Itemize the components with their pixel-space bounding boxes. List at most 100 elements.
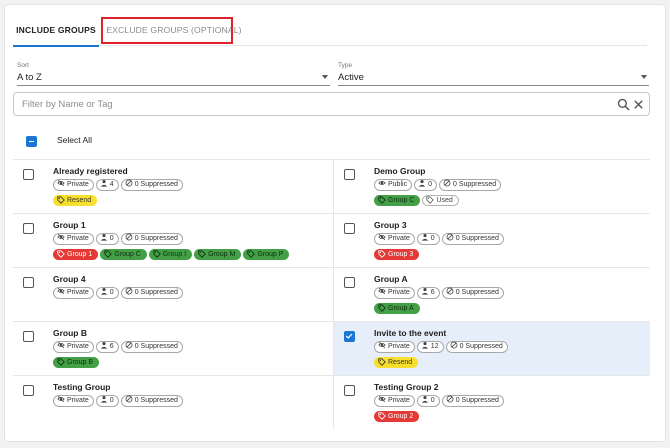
table-row: Testing Group Private 0 0 Suppressed Testing… xyxy=(13,375,650,429)
group-item[interactable]: Group 3 Private 0 0 Suppressed Group 3 xyxy=(333,214,650,267)
select-all-checkbox[interactable] xyxy=(26,136,37,147)
eye-off-icon xyxy=(378,287,386,299)
block-icon xyxy=(125,179,133,191)
group-stats: Public 0 0 Suppressed xyxy=(374,179,502,191)
block-icon xyxy=(443,179,451,191)
chevron-down-icon xyxy=(641,75,647,79)
sort-select[interactable]: Sort A to Z xyxy=(17,62,330,86)
tag-icon xyxy=(378,195,386,206)
group-name: Group 4 xyxy=(53,274,86,284)
group-tags: Group 2 xyxy=(374,411,420,422)
type-select[interactable]: Type Active xyxy=(338,62,649,86)
person-icon xyxy=(421,233,429,245)
tag-chip: Group A xyxy=(374,303,420,314)
suppressed-chip: 0 Suppressed xyxy=(120,179,183,191)
suppressed-chip: 0 Suppressed xyxy=(441,395,504,407)
suppressed-chip: 0 Suppressed xyxy=(441,233,504,245)
person-icon xyxy=(100,287,108,299)
group-checkbox[interactable] xyxy=(23,385,34,396)
tag-icon xyxy=(57,249,65,260)
group-checkbox[interactable] xyxy=(23,223,34,234)
group-item[interactable]: Demo Group Public 0 0 Suppressed Group C Used xyxy=(333,160,650,213)
block-icon xyxy=(446,233,454,245)
suppressed-chip: 0 Suppressed xyxy=(438,179,502,191)
group-item[interactable]: Group A Private 6 0 Suppressed Group A xyxy=(333,268,650,321)
tag-icon xyxy=(378,303,386,314)
eye-off-icon xyxy=(57,287,65,299)
group-item[interactable]: Testing Group 2 Private 0 0 Suppressed Group… xyxy=(333,376,650,429)
filter-field xyxy=(13,92,650,116)
suppressed-chip: 0 Suppressed xyxy=(445,341,508,353)
eye-off-icon xyxy=(57,179,65,191)
tab-exclude-groups[interactable]: EXCLUDE GROUPS (OPTIONAL) xyxy=(104,14,244,46)
block-icon xyxy=(125,287,133,299)
tag-icon xyxy=(378,357,386,368)
group-stats: Private 0 0 Suppressed xyxy=(374,395,504,407)
filter-input[interactable] xyxy=(22,97,582,112)
tag-icon xyxy=(57,357,65,368)
person-icon xyxy=(100,233,108,245)
members-chip: 0 xyxy=(95,233,119,245)
group-item[interactable]: Group 1 Private 0 0 Suppressed Group 1 Group … xyxy=(13,214,332,267)
tag-chip: Group I xyxy=(148,249,193,260)
group-stats: Private 4 0 Suppressed xyxy=(53,179,183,191)
suppressed-chip: 0 Suppressed xyxy=(120,233,183,245)
group-name: Group 3 xyxy=(374,220,407,230)
group-tags: Group C Used xyxy=(374,195,459,206)
table-row: Group 1 Private 0 0 Suppressed Group 1 Group … xyxy=(13,213,650,267)
group-checkbox[interactable] xyxy=(344,277,355,288)
block-icon xyxy=(450,341,458,353)
type-value: Active xyxy=(338,72,364,83)
sort-value: A to Z xyxy=(17,72,42,83)
tag-icon xyxy=(378,249,386,260)
group-item[interactable]: Already registered Private 4 0 Suppressed Re… xyxy=(13,160,332,213)
group-name: Demo Group xyxy=(374,166,426,176)
group-tags: Group A xyxy=(374,303,420,314)
group-name: Testing Group xyxy=(53,382,111,392)
tag-icon xyxy=(198,249,206,260)
group-checkbox[interactable] xyxy=(344,331,355,342)
visibility-chip: Private xyxy=(53,179,94,191)
suppressed-chip: 0 Suppressed xyxy=(120,395,183,407)
members-chip: 4 xyxy=(95,179,119,191)
search-icon[interactable] xyxy=(617,98,630,111)
group-checkbox[interactable] xyxy=(344,169,355,180)
group-checkbox[interactable] xyxy=(344,385,355,396)
type-label: Type xyxy=(338,62,353,69)
person-icon xyxy=(100,395,108,407)
group-item[interactable]: Testing Group Private 0 0 Suppressed xyxy=(13,376,332,429)
tag-chip: Group M xyxy=(194,249,242,260)
close-icon[interactable] xyxy=(632,98,645,111)
tag-chip: Group B xyxy=(53,357,100,368)
members-chip: 0 xyxy=(416,233,440,245)
block-icon xyxy=(446,287,454,299)
select-all-label: Select All xyxy=(57,135,92,145)
visibility-chip: Private xyxy=(374,233,415,245)
block-icon xyxy=(446,395,454,407)
tag-icon xyxy=(247,249,256,260)
group-name: Already registered xyxy=(53,166,128,176)
group-checkbox[interactable] xyxy=(23,277,34,288)
tag-chip: Group 2 xyxy=(374,411,420,422)
group-item[interactable]: Invite to the event Private 12 0 Suppressed… xyxy=(333,322,650,375)
group-stats: Private 0 0 Suppressed xyxy=(53,233,183,245)
visibility-chip: Private xyxy=(374,341,415,353)
group-item[interactable]: Group B Private 6 0 Suppressed Group B xyxy=(13,322,332,375)
group-checkbox[interactable] xyxy=(344,223,355,234)
group-checkbox[interactable] xyxy=(23,331,34,342)
members-chip: 0 xyxy=(95,395,119,407)
group-stats: Private 0 0 Suppressed xyxy=(53,287,183,299)
block-icon xyxy=(125,233,133,245)
group-item[interactable]: Group 4 Private 0 0 Suppressed xyxy=(13,268,332,321)
eye-off-icon xyxy=(57,395,65,407)
tag-chip: Group 3 xyxy=(374,249,420,260)
group-name: Invite to the event xyxy=(374,328,447,338)
group-name: Testing Group 2 xyxy=(374,382,439,392)
tab-include-groups[interactable]: INCLUDE GROUPS xyxy=(13,14,99,47)
group-checkbox[interactable] xyxy=(23,169,34,180)
eye-off-icon xyxy=(57,233,65,245)
group-tags: Group 1 Group C Group I Group M Group P xyxy=(53,249,290,260)
members-chip: 0 xyxy=(95,287,119,299)
visibility-chip: Private xyxy=(53,395,94,407)
members-chip: 6 xyxy=(95,341,119,353)
